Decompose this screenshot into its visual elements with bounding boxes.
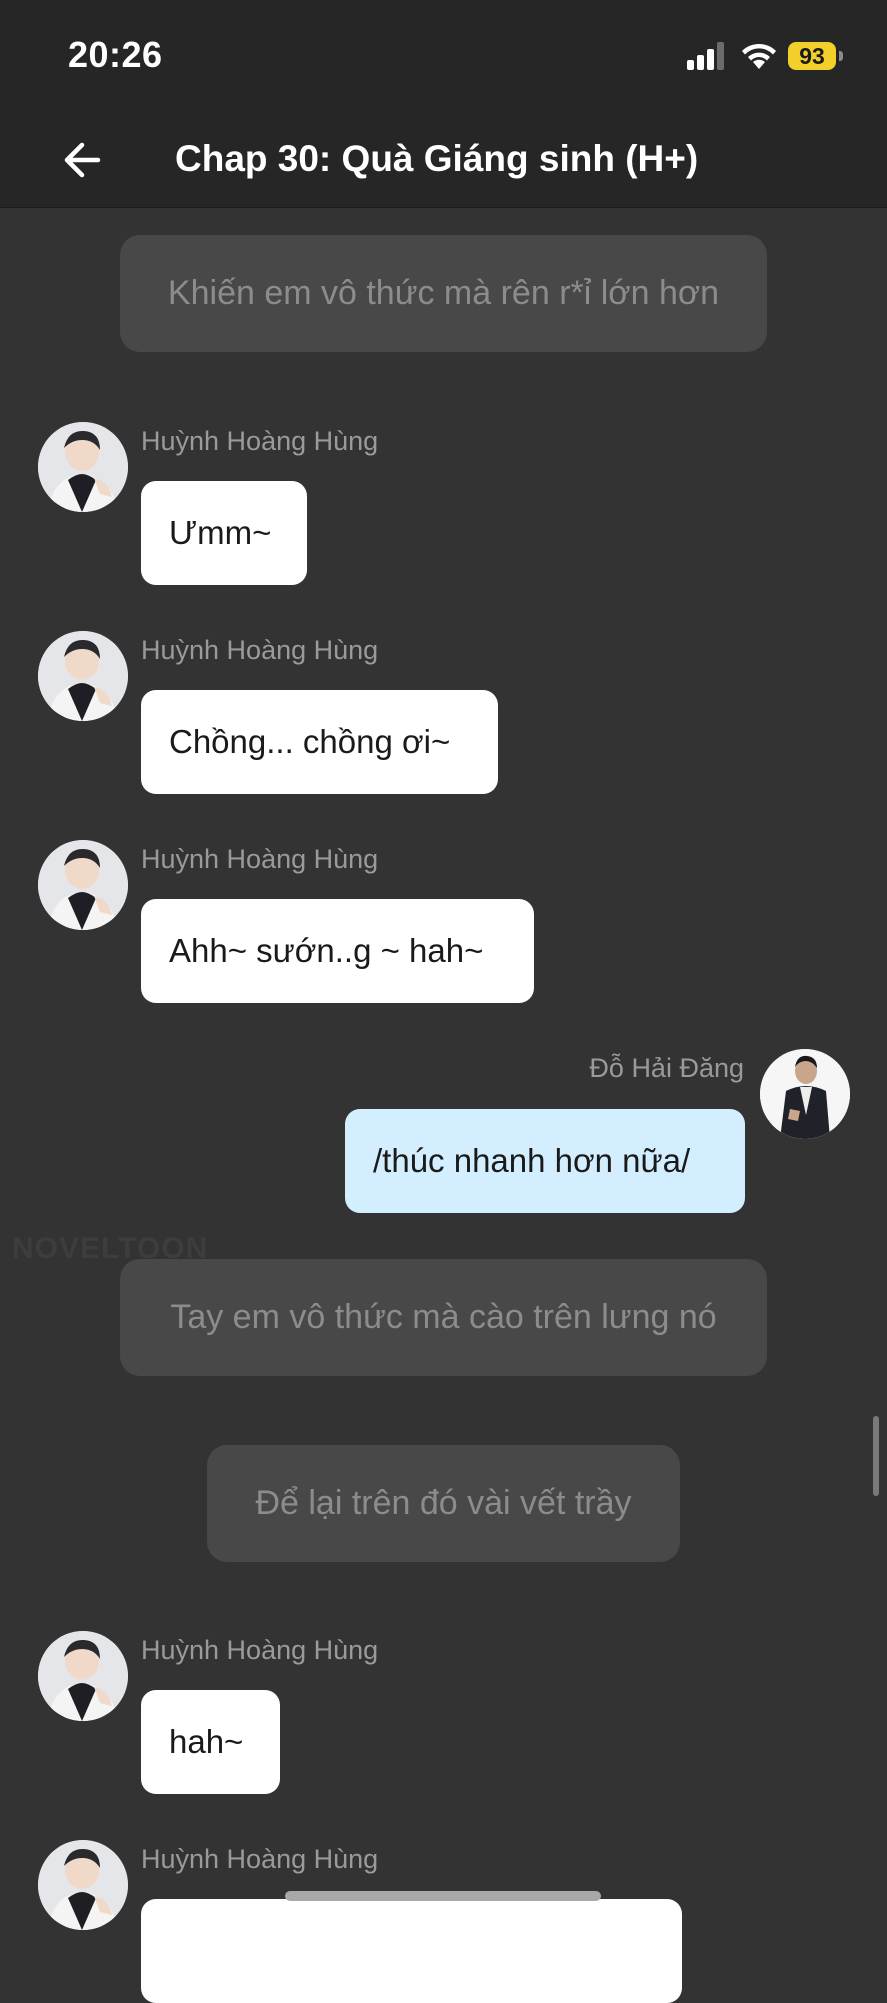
cellular-signal-icon [687,42,724,70]
avatar-photo-icon [38,1631,128,1721]
avatar-photo-icon [38,422,128,512]
narration-text: Tay em vô thức mà cào trên lưng nó [170,1298,717,1336]
narration-bubble: Tay em vô thức mà cào trên lưng nó [120,1259,767,1376]
message-bubble[interactable]: Ưmm~ [141,481,307,585]
scrollbar[interactable] [873,1416,879,1496]
sender-name: Đỗ Hải Đăng [589,1053,744,1083]
wifi-icon [742,43,776,69]
avatar[interactable] [38,1631,128,1721]
status-time: 20:26 [68,34,163,75]
message-bubble[interactable]: hah~ [141,1690,280,1794]
message-bubble-self[interactable]: /thúc nhanh hơn nữa/ [345,1109,745,1213]
battery-nub [839,51,843,61]
home-indicator[interactable] [285,1891,601,1901]
status-bar: 20:26 93 [0,0,887,112]
narration-text: Khiến em vô thức mà rên r*ỉ lớn hơn [167,274,720,312]
avatar-photo-icon [760,1049,850,1139]
avatar-photo-icon [38,840,128,930]
sender-name: Huỳnh Hoàng Hùng [141,426,379,456]
sender-name: Huỳnh Hoàng Hùng [141,1844,379,1874]
watermark-logo: NOVELTOON [12,1232,209,1265]
avatar[interactable] [760,1049,850,1139]
chapter-header: Chap 30: Quà Giáng sinh (H+) [0,112,887,208]
sender-name: Huỳnh Hoàng Hùng [141,1635,379,1665]
avatar-photo-icon [38,1840,128,1930]
battery-indicator: 93 [788,42,836,70]
narration-bubble: Để lại trên đó vài vết trầy [207,1445,680,1562]
avatar[interactable] [38,1840,128,1930]
avatar[interactable] [38,422,128,512]
chat-content[interactable]: Khiến em vô thức mà rên r*ỉ lớn hơn Huỳn… [0,207,887,2003]
arrow-left-icon[interactable] [58,135,108,185]
message-bubble[interactable]: Chồng... chồng ơi~ [141,690,498,794]
sender-name: Huỳnh Hoàng Hùng [141,635,379,665]
narration-bubble: Khiến em vô thức mà rên r*ỉ lớn hơn [120,235,767,352]
avatar[interactable] [38,631,128,721]
narration-text: Để lại trên đó vài vết trầy [255,1484,632,1522]
message-bubble[interactable] [141,1899,682,2003]
message-bubble[interactable]: Ahh~ sướn..g ~ hah~ [141,899,534,1003]
avatar[interactable] [38,840,128,930]
avatar-photo-icon [38,631,128,721]
page-title: Chap 30: Quà Giáng sinh (H+) [175,138,699,179]
sender-name: Huỳnh Hoàng Hùng [141,844,379,874]
